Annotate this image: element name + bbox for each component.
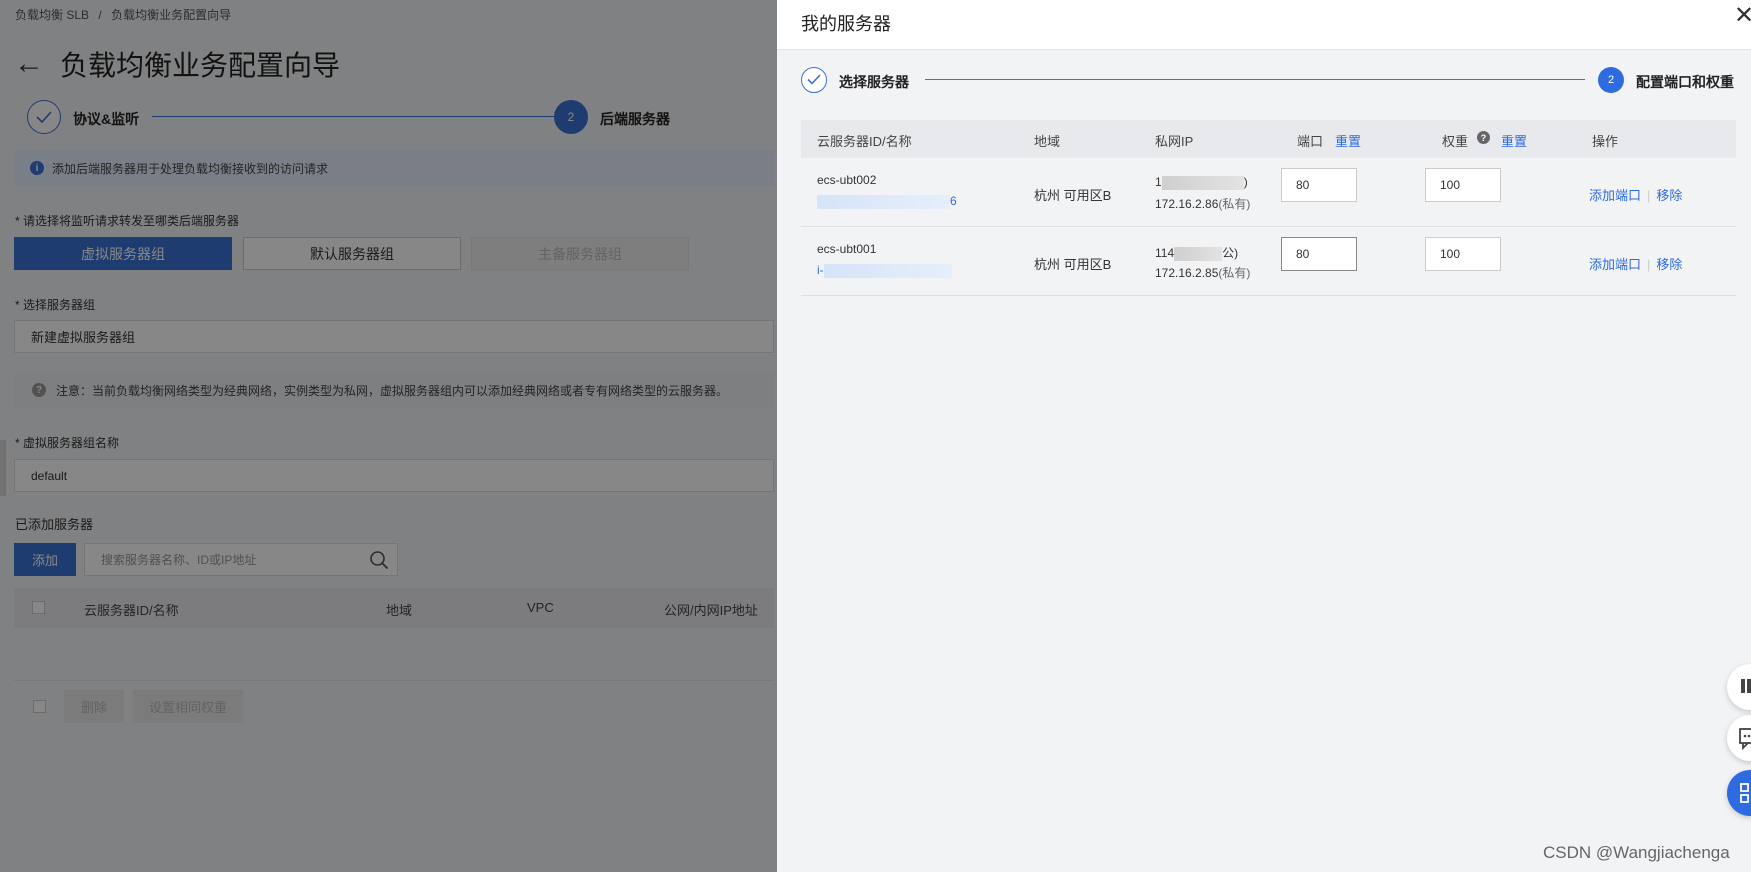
remove-link[interactable]: 移除 bbox=[1656, 188, 1682, 203]
header-weight: 权重 bbox=[1442, 134, 1469, 149]
port-input[interactable]: 80 bbox=[1281, 168, 1357, 202]
drawer-step-2-number: 2 bbox=[1598, 67, 1624, 93]
action-separator: | bbox=[1647, 257, 1651, 272]
server-id-suffix: 6 bbox=[950, 194, 957, 208]
public-ip-prefix: 1 bbox=[1155, 175, 1162, 189]
grid-icon[interactable] bbox=[1727, 770, 1751, 816]
private-ip-value: 172.16.2.86 bbox=[1155, 197, 1219, 211]
drawer-step-2-label: 配置端口和权重 bbox=[1636, 74, 1734, 90]
server-name: ecs-ubt002 bbox=[817, 173, 877, 187]
header-port: 端口 bbox=[1297, 134, 1324, 149]
redacted-id bbox=[823, 263, 952, 278]
server-name: ecs-ubt001 bbox=[817, 242, 877, 256]
add-port-link[interactable]: 添加端口 bbox=[1589, 188, 1641, 203]
row-actions: 添加端口 | 移除 bbox=[1589, 185, 1682, 204]
server-id-prefix: i- bbox=[817, 263, 824, 277]
private-ip-tag: (私有) bbox=[1218, 197, 1251, 211]
table-header: 云服务器ID/名称 地域 私网IP 端口 重置 权重 ? 重置 操作 bbox=[801, 120, 1736, 158]
server-id-link[interactable]: i- bbox=[817, 263, 952, 278]
modal-overlay[interactable] bbox=[0, 0, 777, 872]
drawer-steps: 选择服务器 2 配置端口和权重 bbox=[801, 67, 1736, 93]
header-id-name: 云服务器ID/名称 bbox=[817, 134, 912, 149]
header-private-ip: 私网IP bbox=[1155, 134, 1194, 149]
server-region: 杭州 可用区B bbox=[1034, 188, 1112, 203]
port-reset-link[interactable]: 重置 bbox=[1335, 131, 1361, 150]
header-ops: 操作 bbox=[1592, 134, 1619, 149]
row-actions: 添加端口 | 移除 bbox=[1589, 254, 1682, 273]
server-config-table: 云服务器ID/名称 地域 私网IP 端口 重置 权重 ? 重置 操作 ecs-u… bbox=[801, 120, 1736, 296]
remove-link[interactable]: 移除 bbox=[1656, 257, 1682, 272]
public-ip-suffix: ) bbox=[1243, 175, 1248, 189]
header-region: 地域 bbox=[1034, 134, 1061, 149]
my-servers-drawer: 我的服务器 ✕ 选择服务器 2 配置端口和权重 云服务器ID/名称 地域 私网I… bbox=[777, 0, 1751, 872]
drawer-title: 我的服务器 bbox=[801, 14, 891, 34]
action-separator: | bbox=[1647, 188, 1651, 203]
port-input[interactable]: 80 bbox=[1281, 237, 1357, 271]
server-id-link[interactable]: 6 bbox=[817, 194, 957, 209]
weight-input[interactable]: 100 bbox=[1425, 168, 1501, 202]
public-ip-suffix: 公) bbox=[1222, 246, 1239, 260]
redacted-ip bbox=[1161, 175, 1244, 190]
weight-input[interactable]: 100 bbox=[1425, 237, 1501, 271]
redacted-ip bbox=[1174, 246, 1223, 261]
check-circle-icon bbox=[801, 67, 827, 93]
add-port-link[interactable]: 添加端口 bbox=[1589, 257, 1641, 272]
drawer-step-connector bbox=[925, 79, 1585, 80]
server-region: 杭州 可用区B bbox=[1034, 257, 1112, 272]
table-row: ecs-ubt002 6 杭州 可用区B 1) 172.16.2.86(私有) … bbox=[801, 158, 1736, 227]
app-icon[interactable] bbox=[1727, 664, 1751, 710]
private-ip: 172.16.2.85(私有) bbox=[1155, 264, 1250, 281]
public-ip: 114 公) bbox=[1155, 244, 1238, 261]
close-icon[interactable]: ✕ bbox=[1734, 4, 1751, 28]
table-row: ecs-ubt001 i- 杭州 可用区B 114 公) 172.16.2.85(… bbox=[801, 227, 1736, 296]
feedback-icon[interactable] bbox=[1727, 715, 1751, 761]
weight-help-icon[interactable]: ? bbox=[1477, 131, 1490, 144]
watermark: CSDN @Wangjiachenga bbox=[1543, 843, 1730, 862]
private-ip-value: 172.16.2.85 bbox=[1155, 266, 1219, 280]
drawer-step-1-label: 选择服务器 bbox=[839, 74, 909, 90]
redacted-id bbox=[817, 194, 950, 209]
public-ip-prefix: 114 bbox=[1155, 246, 1175, 260]
weight-reset-link[interactable]: 重置 bbox=[1501, 131, 1527, 150]
private-ip-tag: (私有) bbox=[1218, 266, 1251, 280]
private-ip: 172.16.2.86(私有) bbox=[1155, 195, 1250, 212]
public-ip: 1) bbox=[1155, 175, 1248, 190]
drawer-header: 我的服务器 ✕ bbox=[777, 0, 1751, 50]
